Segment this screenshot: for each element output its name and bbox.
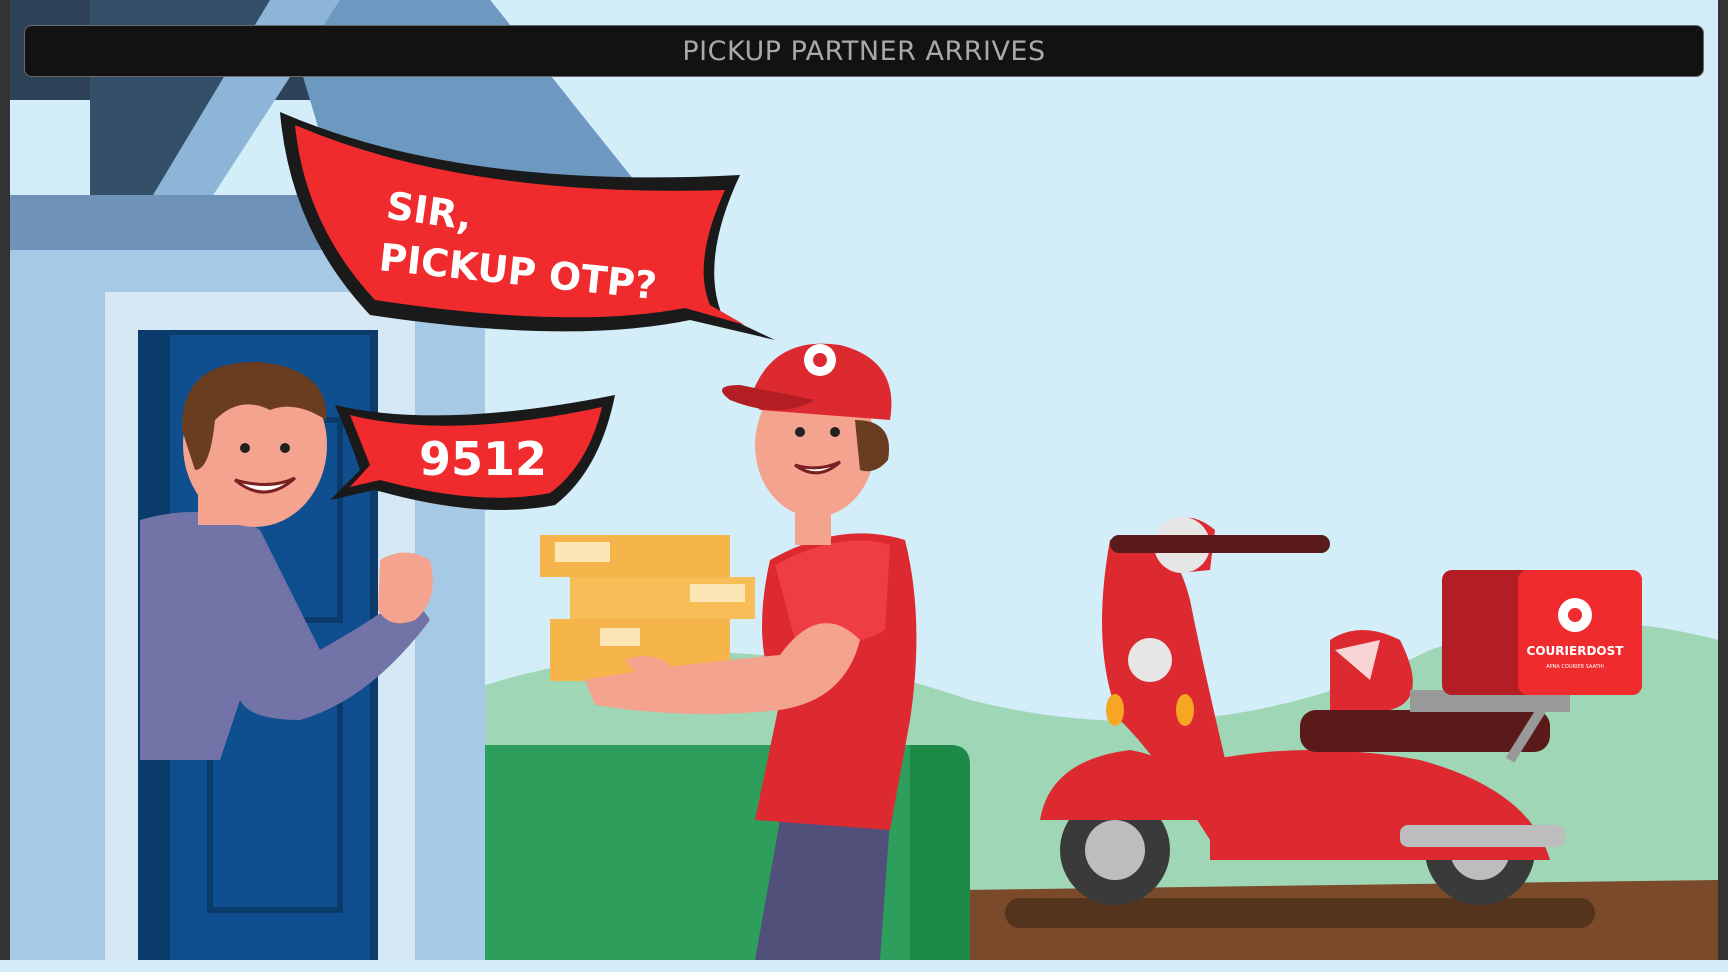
- courier-box: COURIERDOST APNA COURIER SAATHI: [1442, 570, 1642, 695]
- bottom-strip: [0, 960, 1728, 972]
- illustration-frame: COURIERDOST APNA COURIER SAATHI SIR, PIC…: [0, 0, 1728, 972]
- ground-shadow: [1005, 898, 1595, 928]
- page-title: PICKUP PARTNER ARRIVES: [682, 35, 1046, 67]
- scene: COURIERDOST APNA COURIER SAATHI SIR, PIC…: [10, 0, 1718, 960]
- title-bar: PICKUP PARTNER ARRIVES: [24, 25, 1704, 77]
- brand-tagline: APNA COURIER SAATHI: [1546, 664, 1604, 670]
- otp-code: 9512: [419, 432, 547, 486]
- brand-name: COURIERDOST: [1527, 644, 1625, 658]
